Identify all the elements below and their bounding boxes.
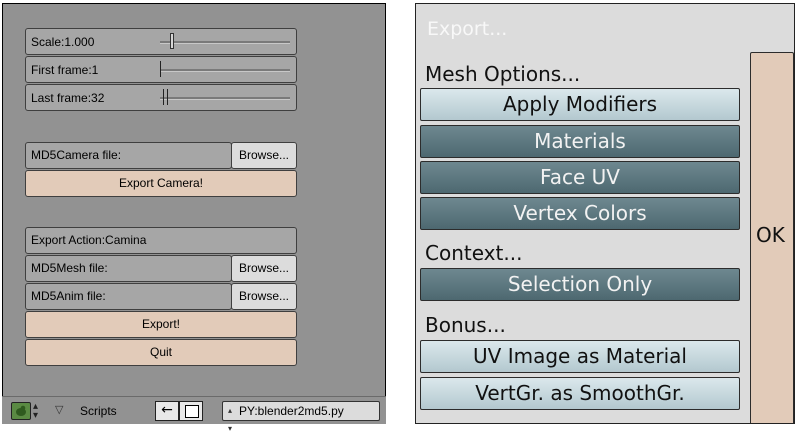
md5mesh-file-label: MD5Mesh file: xyxy=(31,261,108,275)
quit-button-label: Quit xyxy=(149,345,172,359)
materials-label: Materials xyxy=(534,129,626,153)
uv-image-material-label: UV Image as Material xyxy=(473,344,687,368)
md5mesh-browse-label: Browse... xyxy=(238,261,289,275)
last-frame-label: Last frame:32 xyxy=(31,91,105,105)
vertgr-smoothgr-label: VertGr. as SmoothGr. xyxy=(475,381,685,405)
script-header-bar: ▴ ▾ ▽ Scripts ← ▴ ▾ PY:blender2md5.py xyxy=(2,396,386,433)
export-camera-label: Export Camera! xyxy=(118,176,204,190)
collapse-menu-icon[interactable]: ▽ xyxy=(55,403,63,416)
face-uv-toggle[interactable]: Face UV xyxy=(420,161,740,194)
last-frame-track xyxy=(160,97,290,100)
export-camera-button[interactable]: Export Camera! xyxy=(25,170,297,197)
script-selector-arrows-icon: ▴ ▾ xyxy=(228,406,233,433)
last-frame-slider[interactable]: Last frame:32 xyxy=(25,84,297,111)
md5anim-browse-label: Browse... xyxy=(238,289,289,303)
export-options-popup: Export... Mesh Options... Apply Modifier… xyxy=(415,3,795,424)
first-frame-knob[interactable] xyxy=(160,61,161,77)
popup-title: Export... xyxy=(427,18,508,40)
md5mesh-file-field[interactable]: MD5Mesh file: xyxy=(25,255,232,282)
ok-label: OK xyxy=(756,223,785,247)
export-button[interactable]: Export! xyxy=(25,311,297,338)
selection-only-label: Selection Only xyxy=(507,272,653,296)
context-label: Context... xyxy=(425,241,523,265)
selection-only-toggle[interactable]: Selection Only xyxy=(420,268,740,301)
vertgr-smoothgr-toggle[interactable]: VertGr. as SmoothGr. xyxy=(420,377,740,410)
vertex-colors-toggle[interactable]: Vertex Colors xyxy=(420,197,740,230)
script-selector[interactable]: ▴ ▾ PY:blender2md5.py xyxy=(222,401,380,433)
window-square-icon xyxy=(185,405,199,418)
export-button-label: Export! xyxy=(141,317,180,331)
export-action-field[interactable]: Export Action:Camina xyxy=(25,227,297,254)
md5anim-file-field[interactable]: MD5Anim file: xyxy=(25,283,232,310)
python-editor-icon[interactable] xyxy=(11,402,31,420)
apply-modifiers-toggle[interactable]: Apply Modifiers xyxy=(420,88,740,121)
bonus-label: Bonus... xyxy=(425,313,506,337)
script-window: Scale:1.000 First frame:1 Last frame:32 … xyxy=(2,3,386,424)
md5camera-browse-label: Browse... xyxy=(238,148,289,162)
script-file-name: PY:blender2md5.py xyxy=(239,404,344,418)
last-frame-knob-edge xyxy=(167,89,168,105)
md5anim-browse-button[interactable]: Browse... xyxy=(231,283,297,310)
md5camera-browse-button[interactable]: Browse... xyxy=(231,142,297,169)
ok-button[interactable]: OK xyxy=(750,52,794,423)
scripts-menu[interactable]: Scripts xyxy=(80,404,117,418)
face-uv-label: Face UV xyxy=(540,165,620,189)
first-frame-slider[interactable]: First frame:1 xyxy=(25,56,297,83)
scale-knob[interactable] xyxy=(170,33,174,49)
window-toggle-button[interactable] xyxy=(179,401,203,421)
scale-track xyxy=(160,41,290,44)
quit-button[interactable]: Quit xyxy=(25,339,297,366)
scale-label: Scale:1.000 xyxy=(31,35,95,49)
apply-modifiers-label: Apply Modifiers xyxy=(502,92,658,116)
md5mesh-browse-button[interactable]: Browse... xyxy=(231,255,297,282)
md5-export-panel: Scale:1.000 First frame:1 Last frame:32 … xyxy=(0,0,389,433)
back-arrow-icon: ← xyxy=(161,402,173,418)
materials-toggle[interactable]: Materials xyxy=(420,125,740,158)
md5anim-file-label: MD5Anim file: xyxy=(31,289,106,303)
last-frame-knob[interactable] xyxy=(163,89,164,105)
back-arrow-button[interactable]: ← xyxy=(155,401,179,421)
first-frame-track xyxy=(160,69,290,72)
scale-slider[interactable]: Scale:1.000 xyxy=(25,28,297,55)
uv-image-material-toggle[interactable]: UV Image as Material xyxy=(420,340,740,373)
vertex-colors-label: Vertex Colors xyxy=(513,201,647,225)
export-action-label: Export Action:Camina xyxy=(31,233,147,247)
md5camera-file-field[interactable]: MD5Camera file: xyxy=(25,142,232,169)
first-frame-label: First frame:1 xyxy=(31,63,99,77)
md5camera-file-label: MD5Camera file: xyxy=(31,148,122,162)
mesh-options-label: Mesh Options... xyxy=(425,62,581,86)
editor-type-arrows-icon[interactable]: ▴ ▾ xyxy=(33,402,38,421)
